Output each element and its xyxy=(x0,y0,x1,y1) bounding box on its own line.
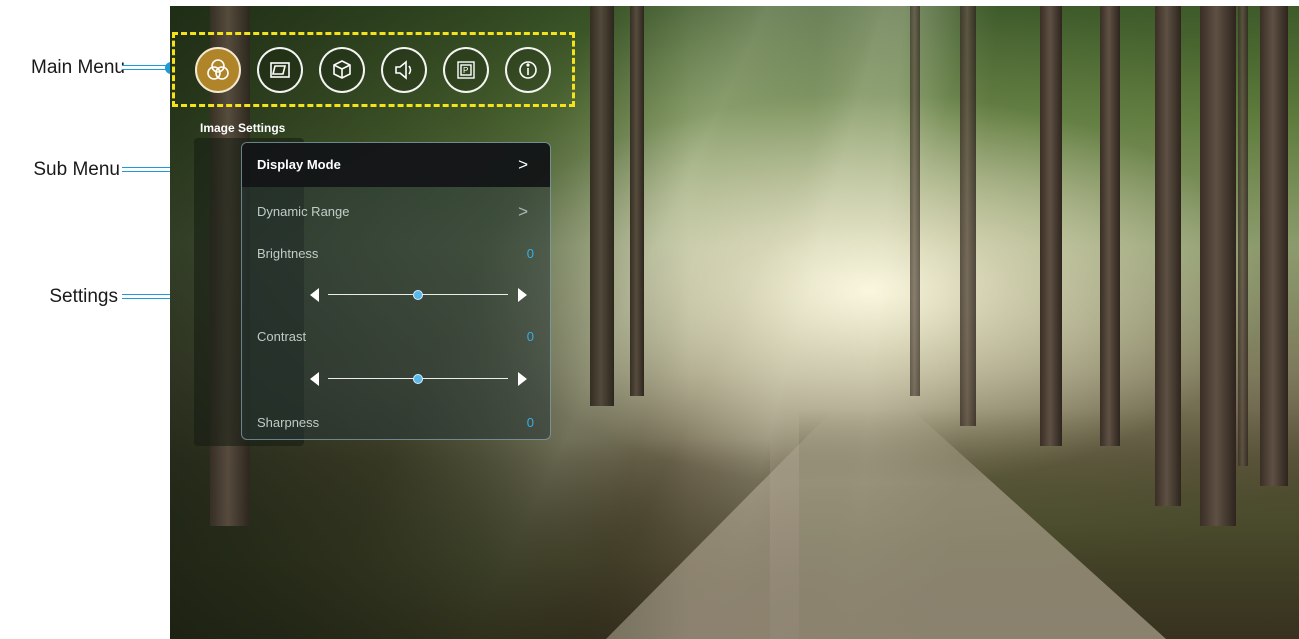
sharpness-label: Sharpness xyxy=(257,415,320,430)
setup-grid-icon[interactable]: P xyxy=(443,47,489,93)
menu-item-display-mode[interactable]: Display Mode > xyxy=(242,143,550,187)
color-circles-icon[interactable] xyxy=(195,47,241,93)
tree-trunk xyxy=(1100,6,1120,446)
menu-item-dynamic-range[interactable]: Dynamic Range > xyxy=(242,190,550,234)
callout-main-menu: Main Menu xyxy=(0,56,125,80)
chevron-right-icon: > xyxy=(518,155,528,174)
contrast-slider[interactable] xyxy=(242,359,550,399)
sharpness-value: 0 xyxy=(526,415,534,430)
settings-panel: Display Mode > Dynamic Range > Brightnes… xyxy=(241,142,551,440)
contrast-label: Contrast xyxy=(257,329,307,344)
main-menu: P xyxy=(172,32,575,107)
chevron-right-icon: > xyxy=(518,202,528,221)
callout-settings: Settings xyxy=(0,285,118,309)
callout-sub-menu: Sub Menu xyxy=(0,158,120,182)
callout-settings-label: Settings xyxy=(49,286,118,307)
increase-arrow-icon[interactable] xyxy=(518,372,527,386)
slider-knob[interactable] xyxy=(413,374,423,384)
display-screen-icon[interactable] xyxy=(257,47,303,93)
menu-item-brightness[interactable]: Brightness 0 xyxy=(242,232,550,276)
info-icon[interactable] xyxy=(505,47,551,93)
tree-trunk xyxy=(1040,6,1062,446)
tree-trunk xyxy=(960,6,976,426)
projector-screen: P Image Settings Display Mode > Dynamic … xyxy=(170,6,1299,639)
3d-cube-icon[interactable] xyxy=(319,47,365,93)
menu-item-sharpness[interactable]: Sharpness 0 xyxy=(242,401,550,445)
callout-main-menu-line xyxy=(122,65,170,70)
tree-trunk xyxy=(1238,6,1248,466)
contrast-value: 0 xyxy=(526,329,534,344)
tree-trunk xyxy=(1200,6,1236,526)
panel-title: Image Settings xyxy=(200,121,286,135)
tree-trunk xyxy=(910,6,920,396)
callout-sub-menu-label: Sub Menu xyxy=(33,159,120,180)
speaker-icon[interactable] xyxy=(381,47,427,93)
brightness-value: 0 xyxy=(526,246,534,261)
increase-arrow-icon[interactable] xyxy=(518,288,527,302)
brightness-label: Brightness xyxy=(257,246,319,261)
tree-trunk xyxy=(1155,6,1181,506)
display-mode-label: Display Mode xyxy=(257,157,341,172)
menu-item-contrast[interactable]: Contrast 0 xyxy=(242,315,550,359)
brightness-slider[interactable] xyxy=(242,275,550,315)
svg-text:P: P xyxy=(463,66,468,75)
dynamic-range-label: Dynamic Range xyxy=(257,204,350,219)
slider-knob[interactable] xyxy=(413,290,423,300)
tree-trunk xyxy=(1260,6,1288,486)
decrease-arrow-icon[interactable] xyxy=(310,372,319,386)
callout-main-menu-label: Main Menu xyxy=(31,57,125,78)
decrease-arrow-icon[interactable] xyxy=(310,288,319,302)
